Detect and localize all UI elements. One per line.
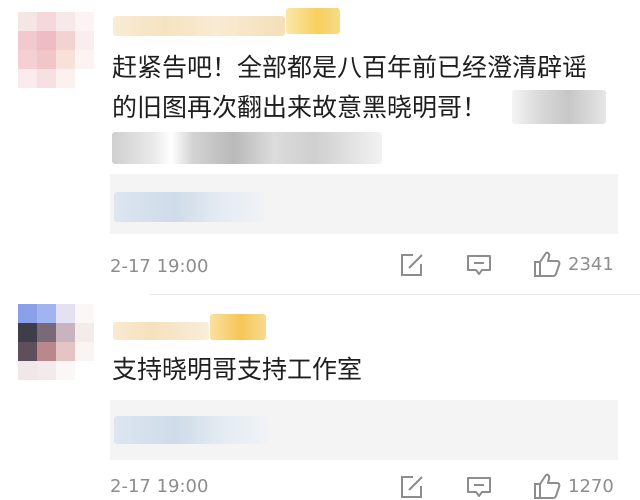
comment-text: 支持晓明哥支持工作室 (112, 355, 363, 384)
edit-icon (398, 252, 426, 278)
like-count: 2341 (568, 253, 614, 275)
reply-preview[interactable] (110, 400, 618, 460)
thumbs-up-icon (532, 250, 562, 278)
comment-icon (465, 252, 493, 278)
divider (150, 294, 640, 295)
edit-icon (398, 474, 426, 500)
comment-button[interactable] (465, 252, 493, 278)
comment-text: 的旧图再次翻出来故意黑晓明哥！ (112, 93, 488, 122)
like-button[interactable]: 2341 (532, 250, 614, 278)
comment-button[interactable] (465, 474, 493, 500)
like-button[interactable]: 1270 (532, 472, 614, 500)
repost-button[interactable] (398, 252, 426, 278)
repost-button[interactable] (398, 474, 426, 500)
avatar[interactable] (18, 12, 94, 88)
avatar[interactable] (18, 304, 94, 380)
timestamp: 2-17 19:00 (110, 476, 209, 497)
comment-text: 赶紧告吧！全部都是八百年前已经澄清辟谣 (112, 53, 588, 82)
comment-icon (465, 474, 493, 500)
thumbs-up-icon (532, 472, 562, 500)
like-count: 1270 (568, 475, 614, 497)
reply-preview[interactable] (110, 174, 618, 234)
timestamp: 2-17 19:00 (110, 256, 209, 277)
